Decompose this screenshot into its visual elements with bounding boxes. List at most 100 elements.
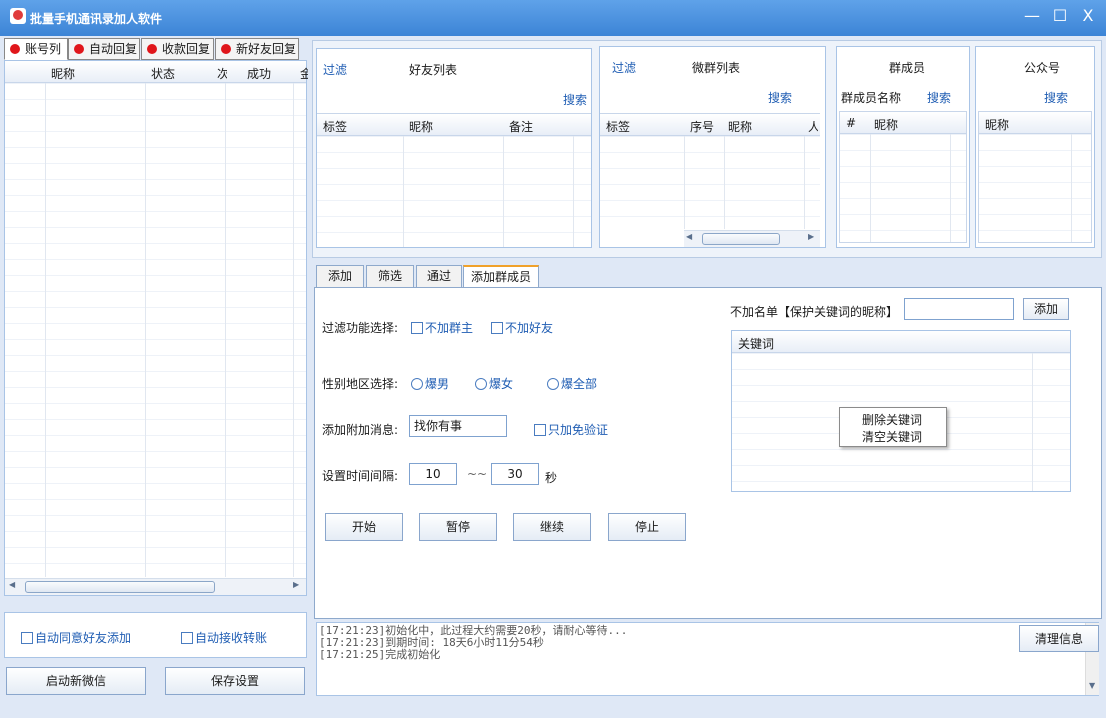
- add-group-members-panel: 过滤功能选择: 不加群主 不加好友 性别地区选择: 爆男 爆女 爆全部 添加附加…: [314, 287, 1102, 619]
- friend-list-panel: 过滤 好友列表 搜索 标签 昵称 备注: [316, 48, 592, 248]
- clear-log-button[interactable]: 清理信息: [1019, 625, 1099, 652]
- gender-region-label: 性别地区选择:: [322, 377, 399, 391]
- all-radio[interactable]: 爆全部: [547, 375, 597, 392]
- member-name-label: 群成员名称: [841, 91, 902, 105]
- column-success[interactable]: 成功: [247, 65, 271, 82]
- group-table-header: 标签 序号 昵称 人: [600, 114, 820, 136]
- column-tag[interactable]: 标签: [323, 118, 347, 135]
- interval-label: 设置时间间隔:: [322, 469, 399, 483]
- column-members[interactable]: 人: [808, 118, 818, 135]
- title-bar: 批量手机通讯录加人软件 — ☐ X: [0, 0, 1106, 36]
- tab-accounts[interactable]: 账号列: [4, 38, 68, 60]
- scroll-right-icon[interactable]: ▶: [293, 580, 299, 589]
- blacklist-add-button[interactable]: 添加: [1023, 298, 1069, 320]
- auto-accept-friend-checkbox[interactable]: 自动同意好友添加: [21, 629, 131, 646]
- keyword-context-menu: 删除关键词 清空关键词: [839, 407, 947, 447]
- friend-table: 标签 昵称 备注: [317, 113, 591, 247]
- tab-label: 新好友回复: [236, 42, 297, 56]
- friend-filter-link[interactable]: 过滤: [323, 61, 347, 78]
- interval-max-input[interactable]: 30: [491, 463, 539, 485]
- group-member-panel: 群成员 群成员名称 搜索 # 昵称: [836, 46, 970, 248]
- blacklist-input[interactable]: [904, 298, 1014, 320]
- red-dot-icon: [74, 44, 84, 54]
- group-table: 标签 序号 昵称 人 ◀ ▶: [600, 113, 820, 247]
- start-wechat-button[interactable]: 启动新微信: [6, 667, 146, 695]
- column-remark[interactable]: 备注: [509, 118, 533, 135]
- subtab-pass[interactable]: 通过: [416, 265, 462, 288]
- official-account-panel: 公众号 搜索 昵称: [975, 46, 1095, 248]
- keyword-table-header: 关键词: [732, 331, 1070, 353]
- message-label: 添加附加消息:: [322, 423, 399, 437]
- group-horizontal-scrollbar[interactable]: ◀ ▶: [684, 230, 820, 247]
- friend-search-link[interactable]: 搜索: [563, 91, 587, 108]
- official-table-body: [979, 134, 1091, 242]
- female-radio[interactable]: 爆女: [475, 375, 513, 392]
- account-table: 昵称 状态 次 成功 金 ◀ ▶: [4, 60, 308, 596]
- column-count[interactable]: 次: [217, 65, 227, 82]
- column-nickname[interactable]: 昵称: [985, 116, 1009, 133]
- tab-label: 账号列: [25, 42, 62, 56]
- pause-button[interactable]: 暂停: [419, 513, 497, 541]
- column-status[interactable]: 状态: [151, 65, 175, 82]
- start-button[interactable]: 开始: [325, 513, 403, 541]
- no-friend-checkbox[interactable]: 不加好友: [491, 319, 553, 336]
- window-title: 批量手机通讯录加人软件: [30, 12, 163, 26]
- group-filter-link[interactable]: 过滤: [612, 59, 636, 76]
- column-tag[interactable]: 标签: [606, 118, 630, 135]
- male-radio[interactable]: 爆男: [411, 375, 449, 392]
- scroll-thumb[interactable]: [702, 233, 780, 245]
- clear-keyword-menu-item[interactable]: 清空关键词: [862, 428, 922, 445]
- red-dot-icon: [147, 44, 157, 54]
- column-index[interactable]: 序号: [690, 118, 714, 135]
- log-panel: [17:21:23]初始化中，此过程大约需要20秒，请耐心等待... [17:2…: [316, 622, 1099, 696]
- stop-button[interactable]: 停止: [608, 513, 686, 541]
- column-amount[interactable]: 金: [300, 65, 308, 82]
- account-table-header: 昵称 状态 次 成功 金: [5, 61, 308, 83]
- official-search-link[interactable]: 搜索: [1044, 89, 1068, 106]
- blacklist-label: 不加名单【保护关键词的昵称】: [730, 305, 899, 319]
- auto-receive-transfer-checkbox[interactable]: 自动接收转账: [181, 629, 267, 646]
- app-icon: [10, 8, 26, 24]
- no-verify-checkbox[interactable]: 只加免验证: [534, 421, 608, 438]
- official-table-header: 昵称: [979, 112, 1091, 134]
- group-search-link[interactable]: 搜索: [768, 89, 792, 106]
- interval-separator: ~~: [467, 467, 488, 481]
- column-nickname[interactable]: 昵称: [51, 65, 75, 82]
- minimize-button[interactable]: —: [1020, 6, 1044, 26]
- scroll-right-icon[interactable]: ▶: [808, 232, 814, 241]
- subtab-add-group-members[interactable]: 添加群成员: [463, 265, 539, 288]
- column-nickname[interactable]: 昵称: [874, 116, 898, 133]
- red-dot-icon: [10, 44, 20, 54]
- horizontal-scrollbar[interactable]: ◀ ▶: [5, 578, 306, 595]
- tab-new-friend-reply[interactable]: 新好友回复: [215, 38, 299, 60]
- column-hash[interactable]: #: [846, 116, 856, 130]
- scroll-down-icon[interactable]: ▼: [1089, 681, 1095, 690]
- no-group-owner-checkbox[interactable]: 不加群主: [411, 319, 473, 336]
- friend-list-title: 好友列表: [409, 63, 458, 77]
- left-options-panel: 自动同意好友添加 自动接收转账: [4, 612, 307, 658]
- tab-payment-reply[interactable]: 收款回复: [141, 38, 214, 60]
- column-nickname[interactable]: 昵称: [409, 118, 433, 135]
- maximize-button[interactable]: ☐: [1048, 6, 1072, 26]
- log-list: [17:21:23]初始化中，此过程大约需要20秒，请耐心等待... [17:2…: [319, 625, 627, 661]
- member-panel-title: 群成员: [889, 61, 926, 75]
- scroll-thumb[interactable]: [25, 581, 215, 593]
- delete-keyword-menu-item[interactable]: 删除关键词: [862, 411, 922, 428]
- column-keyword[interactable]: 关键词: [738, 335, 774, 352]
- save-settings-button[interactable]: 保存设置: [165, 667, 305, 695]
- column-nickname[interactable]: 昵称: [728, 118, 752, 135]
- subtab-add[interactable]: 添加: [316, 265, 364, 288]
- subtab-filter[interactable]: 筛选: [366, 265, 414, 288]
- close-button[interactable]: X: [1076, 6, 1100, 26]
- message-input[interactable]: 找你有事: [409, 415, 507, 437]
- tab-auto-reply[interactable]: 自动回复: [68, 38, 140, 60]
- scroll-left-icon[interactable]: ◀: [686, 232, 692, 241]
- log-line: [17:21:25]完成初始化: [319, 648, 441, 661]
- resume-button[interactable]: 继续: [513, 513, 591, 541]
- group-table-body: [600, 136, 820, 229]
- member-search-link[interactable]: 搜索: [927, 89, 951, 106]
- scroll-left-icon[interactable]: ◀: [9, 580, 15, 589]
- official-panel-title: 公众号: [1024, 61, 1061, 75]
- interval-min-input[interactable]: 10: [409, 463, 457, 485]
- group-list-title: 微群列表: [692, 61, 741, 75]
